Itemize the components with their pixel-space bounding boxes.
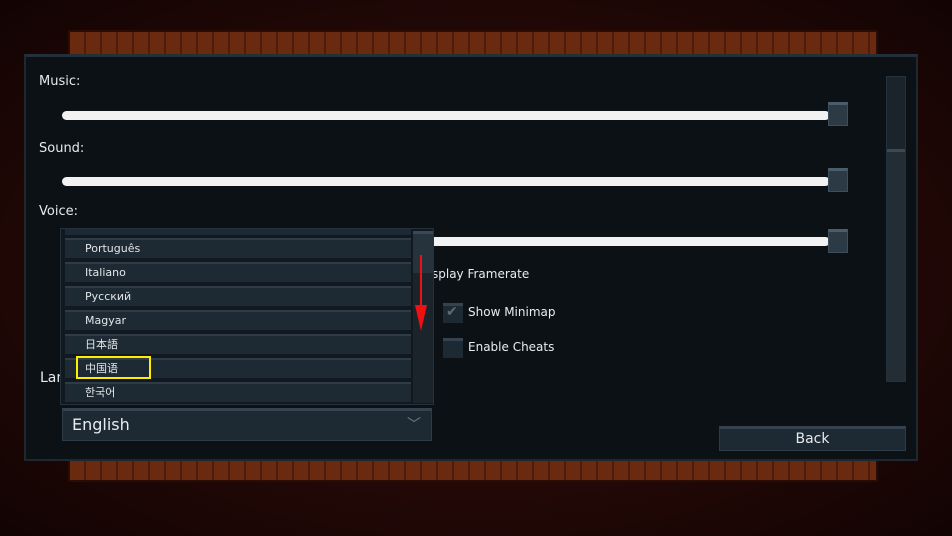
sound-slider-handle[interactable] [828, 168, 848, 192]
language-select[interactable]: English ﹀ [62, 408, 432, 441]
language-option[interactable]: Русский [65, 286, 411, 306]
voice-slider-handle[interactable] [828, 229, 848, 253]
language-option[interactable]: Magyar [65, 310, 411, 330]
language-option[interactable]: 한국어 [65, 382, 411, 402]
music-slider-handle[interactable] [828, 102, 848, 126]
chevron-down-icon: ﹀ [407, 417, 421, 433]
check-icon: ✔ [446, 304, 458, 320]
show-minimap-checkbox[interactable]: ✔ [443, 303, 463, 323]
highlight-box [76, 356, 151, 379]
enable-cheats-label[interactable]: Enable Cheats [468, 340, 554, 354]
list-item-partial[interactable] [65, 229, 411, 235]
arrow-down-icon [415, 255, 427, 331]
back-button[interactable]: Back [719, 426, 906, 451]
sound-label: Sound: [39, 141, 85, 156]
sound-slider-track[interactable] [62, 177, 830, 186]
music-label: Music: [39, 74, 81, 89]
language-option[interactable]: Italiano [65, 262, 411, 282]
wooden-frame-bottom [68, 458, 878, 482]
language-option[interactable]: Português [65, 238, 411, 258]
wooden-frame-top [68, 30, 878, 56]
voice-label: Voice: [39, 204, 78, 219]
panel-scrollbar-thumb[interactable] [887, 149, 905, 381]
enable-cheats-checkbox[interactable] [443, 338, 463, 358]
display-framerate-label[interactable]: splay Framerate [432, 267, 529, 281]
language-select-value: English [72, 415, 130, 434]
show-minimap-label[interactable]: Show Minimap [468, 305, 555, 319]
panel-scrollbar[interactable] [886, 76, 906, 382]
music-slider-track[interactable] [62, 111, 830, 120]
language-option[interactable]: 日本語 [65, 334, 411, 354]
